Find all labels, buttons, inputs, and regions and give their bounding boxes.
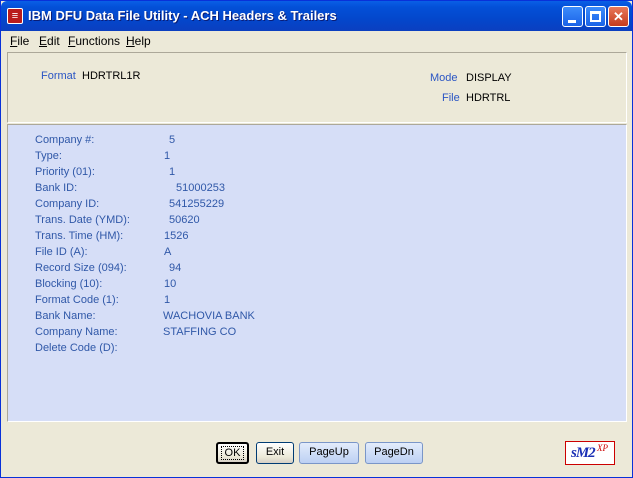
record-size-label: Record Size (094):	[35, 262, 127, 274]
ok-button[interactable]: OK	[216, 442, 249, 464]
ok-button-label: OK	[220, 446, 245, 460]
company-name-label: Company Name:	[35, 326, 118, 338]
company-id-label: Company ID:	[35, 198, 100, 210]
bank-name-value: WACHOVIA BANK	[163, 310, 255, 322]
trans-date-value: 50620	[169, 214, 200, 226]
bank-id-label: Bank ID:	[35, 182, 78, 194]
file-id-value: A	[164, 246, 172, 258]
company-name-value: STAFFING CO	[163, 326, 237, 338]
record-panel: Company #: 5 Type: 1 Priority (01): 1 Ba…	[7, 124, 627, 422]
menu-edit-label: Edit	[39, 34, 60, 48]
header-panel: Format HDRTRL1R Mode DISPLAY File HDRTRL	[7, 52, 627, 123]
menu-functions[interactable]: Functions	[68, 34, 120, 48]
mode-label: Mode	[430, 72, 458, 84]
company-number-label: Company #:	[35, 134, 95, 146]
exit-button[interactable]: Exit	[256, 442, 294, 464]
company-id-value: 541255229	[169, 198, 225, 210]
page-down-button[interactable]: PageDn	[365, 442, 423, 464]
title-bar[interactable]: ≡ IBM DFU Data File Utility - ACH Header…	[1, 1, 632, 31]
menu-help[interactable]: Help	[126, 34, 151, 48]
menu-file[interactable]: File	[10, 34, 29, 48]
file-label: File	[442, 92, 460, 104]
page-up-button[interactable]: PageUp	[299, 442, 359, 464]
maximize-button[interactable]	[585, 6, 606, 27]
minimize-button[interactable]	[562, 6, 583, 27]
blocking-value: 10	[164, 278, 177, 290]
format-value: HDRTRL1R	[82, 70, 141, 82]
format-code-label: Format Code (1):	[35, 294, 119, 306]
type-value: 1	[164, 150, 171, 162]
delete-code-label: Delete Code (D):	[35, 342, 118, 354]
blocking-label: Blocking (10):	[35, 278, 103, 290]
menu-file-label: File	[10, 34, 30, 48]
sm2xp-logo: sM2 XP	[565, 441, 615, 465]
minimize-icon	[568, 20, 576, 23]
file-value: HDRTRL	[466, 92, 511, 104]
logo-sup-text: XP	[597, 443, 608, 453]
bank-id-value: 51000253	[176, 182, 225, 194]
close-button[interactable]: ✕	[608, 6, 629, 27]
mode-value: DISPLAY	[466, 72, 512, 84]
maximize-icon	[590, 11, 601, 22]
type-label: Type:	[35, 150, 62, 162]
format-label: Format	[41, 70, 76, 82]
logo-main-text: sM2	[571, 445, 596, 461]
trans-date-label: Trans. Date (YMD):	[35, 214, 130, 226]
window-title: IBM DFU Data File Utility - ACH Headers …	[28, 8, 337, 23]
app-icon[interactable]: ≡	[7, 8, 23, 24]
bank-name-label: Bank Name:	[35, 310, 96, 322]
app-window: ≡ IBM DFU Data File Utility - ACH Header…	[0, 0, 633, 478]
trans-time-value: 1526	[164, 230, 189, 242]
close-icon: ✕	[613, 9, 624, 24]
priority-value: 1	[169, 166, 176, 178]
menu-functions-label: Functions	[68, 34, 121, 48]
menu-bar: File Edit Functions Help	[2, 31, 631, 50]
menu-edit[interactable]: Edit	[39, 34, 60, 48]
format-code-value: 1	[164, 294, 171, 306]
menu-help-label: Help	[126, 34, 151, 48]
priority-label: Priority (01):	[35, 166, 95, 178]
trans-time-label: Trans. Time (HM):	[35, 230, 124, 242]
record-size-value: 94	[169, 262, 182, 274]
company-number-value: 5	[169, 134, 176, 146]
file-id-label: File ID (A):	[35, 246, 88, 258]
